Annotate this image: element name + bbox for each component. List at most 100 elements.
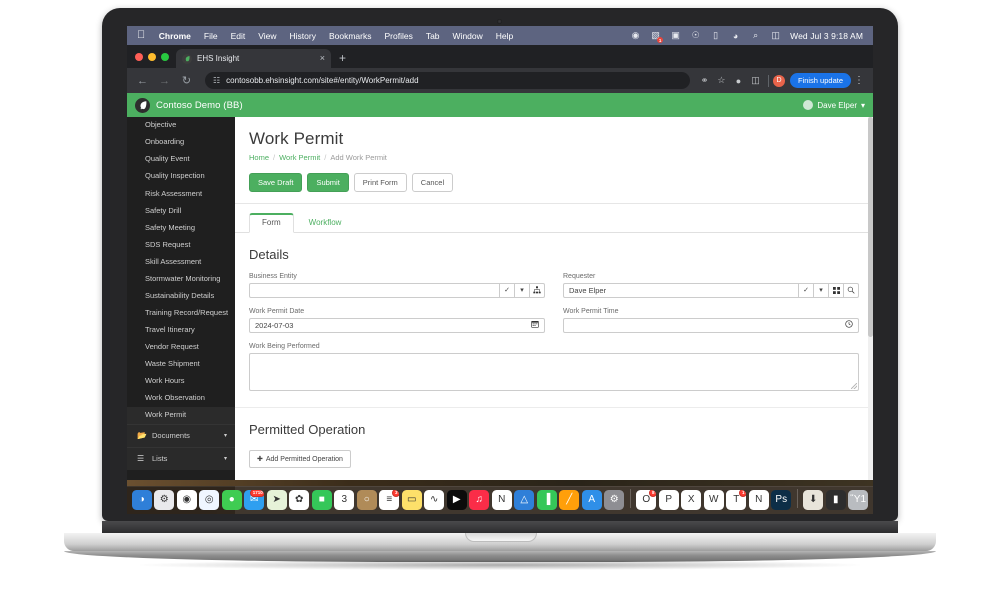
sidebar-item-sds-request[interactable]: SDS Request xyxy=(127,236,235,253)
sidebar-item-safety-meeting[interactable]: Safety Meeting xyxy=(127,219,235,236)
sidebar-item-skill-assessment[interactable]: Skill Assessment xyxy=(127,253,235,270)
sidebar-item-quality-inspection[interactable]: Quality Inspection xyxy=(127,168,235,185)
wifi-icon[interactable]: ◕ xyxy=(730,30,741,41)
finder-icon[interactable]: ◑ xyxy=(132,490,152,510)
menu-history[interactable]: History xyxy=(283,31,322,41)
sidebar-group-documents[interactable]: 📂 Documents ▾ xyxy=(127,424,235,447)
menu-window[interactable]: Window xyxy=(446,31,489,41)
desktop-folder-icon[interactable]: ▮ xyxy=(826,490,846,510)
google-chrome-icon[interactable]: ◉ xyxy=(177,490,197,510)
check-icon[interactable]: ✓ xyxy=(500,283,515,298)
cancel-button[interactable]: Cancel xyxy=(412,173,453,192)
menu-profiles[interactable]: Profiles xyxy=(378,31,419,41)
facetime-icon[interactable]: ■ xyxy=(312,490,332,510)
keynote-icon[interactable]: △ xyxy=(514,490,534,510)
work-permit-time-input[interactable] xyxy=(563,318,859,333)
sidebar-item-risk-assessment[interactable]: Risk Assessment xyxy=(127,185,235,202)
sidebar-item-safety-drill[interactable]: Safety Drill xyxy=(127,202,235,219)
sidebar-group-lists[interactable]: ☰ Lists ▾ xyxy=(127,447,235,470)
downloads-stack-icon[interactable]: ⬇ xyxy=(803,490,823,510)
clock-icon[interactable] xyxy=(845,320,853,330)
bookmark-star-icon[interactable]: ☆ xyxy=(713,72,730,89)
apple-logo-icon[interactable]:  xyxy=(133,30,152,41)
calendar-icon[interactable] xyxy=(531,320,539,330)
app-store-icon[interactable]: A xyxy=(582,490,602,510)
chevron-down-icon[interactable]: ▾ xyxy=(515,283,530,298)
close-icon[interactable]: × xyxy=(320,54,325,63)
forward-button[interactable]: → xyxy=(155,71,174,90)
contacts-icon[interactable]: ○ xyxy=(357,490,377,510)
reminders-icon[interactable]: ≡3 xyxy=(379,490,399,510)
finish-update-button[interactable]: Finish update xyxy=(790,73,851,88)
photoshop-icon[interactable]: Ps xyxy=(771,490,791,510)
save-draft-button[interactable]: Save Draft xyxy=(249,173,302,192)
sidebar-item-travel-itinerary[interactable]: Travel Itinerary xyxy=(127,321,235,338)
sidebar-item-vendor-request[interactable]: Vendor Request xyxy=(127,338,235,355)
menu-view[interactable]: View xyxy=(252,31,283,41)
business-entity-input[interactable] xyxy=(249,283,500,298)
teams-icon[interactable]: T1 xyxy=(726,490,746,510)
control-center-icon[interactable]: ◫ xyxy=(770,30,781,41)
close-window-button[interactable] xyxy=(135,53,143,61)
breadcrumb-work-permit[interactable]: Work Permit xyxy=(279,153,320,162)
word-icon[interactable]: W xyxy=(704,490,724,510)
user-menu[interactable]: Dave Elper ▾ xyxy=(803,100,865,110)
menu-chrome[interactable]: Chrome xyxy=(152,31,197,41)
grammarly-icon[interactable]: ▧1 xyxy=(650,30,661,41)
powerpoint-icon[interactable]: P xyxy=(659,490,679,510)
extension-puzzle-icon[interactable]: ● xyxy=(730,72,747,89)
glasses-reading-mode-icon[interactable]: ⚭ xyxy=(696,72,713,89)
ehs-leaf-logo-icon[interactable] xyxy=(135,98,150,113)
breadcrumb-home[interactable]: Home xyxy=(249,153,269,162)
appletv-icon[interactable]: ▶ xyxy=(447,490,467,510)
menu-help[interactable]: Help xyxy=(489,31,519,41)
menu-edit[interactable]: Edit xyxy=(224,31,252,41)
photos-icon[interactable]: ✿ xyxy=(289,490,309,510)
screen-sharing-icon[interactable]: ☉ xyxy=(690,30,701,41)
pages-icon[interactable]: ╱ xyxy=(559,490,579,510)
launchpad-icon[interactable]: ⚙ xyxy=(154,490,174,510)
news-icon[interactable]: N xyxy=(492,490,512,510)
work-permit-date-input[interactable]: 2024-07-03 xyxy=(249,318,545,333)
add-permitted-operation-button[interactable]: ✚ Add Permitted Operation xyxy=(249,450,351,468)
page-scrollbar[interactable] xyxy=(868,117,873,514)
new-tab-button[interactable]: + xyxy=(331,49,354,68)
sidebar-item-work-permit[interactable]: Work Permit xyxy=(127,407,235,424)
music-icon[interactable]: ♫ xyxy=(469,490,489,510)
calendar-icon[interactable]: 3 xyxy=(334,490,354,510)
address-bar[interactable]: ☷ contosobb.ehsinsight.com/site#/entity/… xyxy=(205,72,690,89)
tab-form[interactable]: Form xyxy=(249,213,294,233)
back-button[interactable]: ← xyxy=(133,71,152,90)
maximize-window-button[interactable] xyxy=(161,53,169,61)
menu-bookmarks[interactable]: Bookmarks xyxy=(322,31,378,41)
excel-icon[interactable]: X xyxy=(681,490,701,510)
eye-icon[interactable]: ◉ xyxy=(630,30,641,41)
sidebar-item-objective[interactable]: Objective xyxy=(127,117,235,134)
page-scrollbar-thumb[interactable] xyxy=(868,117,873,337)
menu-bar-clock[interactable]: Wed Jul 3 9:18 AM xyxy=(790,31,863,41)
trash-icon[interactable]: Ὕ1 xyxy=(848,490,868,510)
minimize-window-button[interactable] xyxy=(148,53,156,61)
sidebar-item-waste-shipment[interactable]: Waste Shipment xyxy=(127,355,235,372)
profile-avatar[interactable]: D xyxy=(773,75,785,87)
clipboard-icon[interactable]: ◫ xyxy=(747,72,764,89)
outlook-icon[interactable]: O8 xyxy=(636,490,656,510)
resize-grip-icon[interactable] xyxy=(851,383,857,389)
browser-tab[interactable]: EHS Insight × xyxy=(176,49,331,68)
site-settings-icon[interactable]: ☷ xyxy=(213,76,220,85)
search-icon[interactable] xyxy=(844,283,859,298)
menu-file[interactable]: File xyxy=(197,31,224,41)
notes-icon[interactable]: ▭ xyxy=(402,490,422,510)
numbers-icon[interactable]: ▐ xyxy=(537,490,557,510)
menu-tab[interactable]: Tab xyxy=(419,31,446,41)
hierarchy-tree-icon[interactable] xyxy=(530,283,545,298)
check-icon[interactable]: ✓ xyxy=(799,283,814,298)
freeform-icon[interactable]: ∿ xyxy=(424,490,444,510)
notion-icon[interactable]: N xyxy=(749,490,769,510)
system-settings-icon[interactable]: ⚙ xyxy=(604,490,624,510)
mail-icon[interactable]: ✉1710 xyxy=(244,490,264,510)
sidebar-item-stormwater-monitoring[interactable]: Stormwater Monitoring xyxy=(127,270,235,287)
notion-icon[interactable]: ▣ xyxy=(670,30,681,41)
reload-button[interactable]: ↻ xyxy=(177,71,196,90)
sidebar-item-work-hours[interactable]: Work Hours xyxy=(127,372,235,389)
